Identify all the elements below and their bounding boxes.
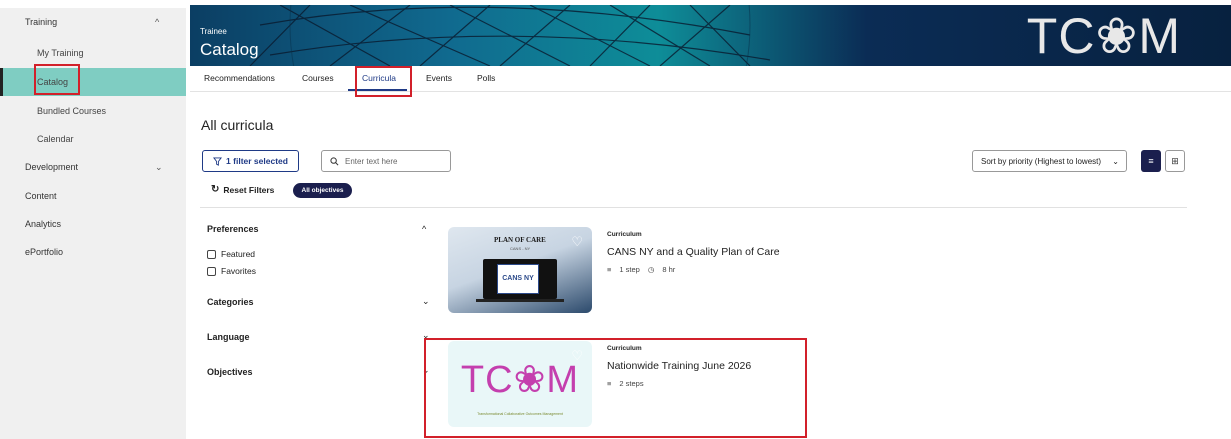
grid-view-button[interactable]: ⊞	[1165, 150, 1185, 172]
sidebar: Training ^ My Training Catalog Bundled C…	[0, 8, 186, 439]
list-view-button[interactable]: ≡	[1141, 150, 1161, 172]
chevron-down-icon[interactable]: ⌄	[422, 365, 430, 376]
card-type-label: Curriculum	[607, 345, 642, 352]
active-tab-indicator	[348, 89, 407, 91]
chevron-down-icon[interactable]: ⌄	[422, 330, 430, 341]
sidebar-item-training[interactable]: Training ^	[0, 8, 186, 36]
facet-categories-heading[interactable]: Categories	[207, 297, 254, 307]
sidebar-item-label: ePortfolio	[25, 247, 64, 257]
search-input[interactable]	[345, 156, 435, 166]
card-type-label: Curriculum	[607, 231, 642, 238]
search-icon	[330, 156, 339, 165]
sidebar-item-label: Training	[25, 17, 58, 27]
sidebar-item-label: Content	[25, 191, 57, 201]
card-title[interactable]: Nationwide Training June 2026	[607, 360, 751, 372]
card-meta: ≡ 2 steps	[607, 379, 644, 388]
banner-subtitle: Trainee	[200, 27, 227, 36]
laptop-image: CANS NY	[483, 259, 557, 299]
sidebar-item-eportfolio[interactable]: ePortfolio	[0, 238, 186, 266]
chevron-down-icon: ⌄	[1112, 156, 1119, 166]
card-meta: ≡ 1 step ◷ 8 hr	[607, 265, 675, 274]
steps-icon: ≡	[607, 379, 612, 388]
chevron-down-icon[interactable]: ⌄	[422, 296, 430, 307]
sidebar-item-analytics[interactable]: Analytics	[0, 210, 186, 238]
thumbnail-subtitle: Transformational Collaborative Outcomes …	[477, 412, 563, 416]
course-thumbnail[interactable]: PLAN OF CARE CANS - NY CANS NY ♡	[448, 227, 592, 313]
card-steps: 2 steps	[619, 379, 644, 388]
chevron-up-icon[interactable]: ^	[422, 224, 426, 234]
checkbox-featured[interactable]: Featured	[207, 249, 255, 259]
favorite-heart-icon[interactable]: ♡	[571, 348, 583, 364]
sidebar-item-bundled-courses[interactable]: Bundled Courses	[0, 97, 186, 125]
sidebar-item-label: Catalog	[37, 77, 69, 87]
sort-select[interactable]: Sort by priority (Highest to lowest) ⌄	[972, 150, 1127, 172]
filter-button-label: 1 filter selected	[226, 156, 288, 166]
filter-button[interactable]: 1 filter selected	[202, 150, 299, 172]
laptop-base	[476, 299, 564, 302]
sort-select-value: Sort by priority (Highest to lowest)	[981, 156, 1102, 166]
clock-icon: ◷	[647, 265, 655, 274]
thumbnail-logo: CANS NY	[497, 264, 539, 294]
tcom-logo: TC❀M	[1026, 7, 1181, 64]
tab-curricula[interactable]: Curricula	[362, 73, 396, 83]
checkbox-label: Featured	[221, 249, 256, 259]
facet-objectives-heading[interactable]: Objectives	[207, 367, 253, 377]
thumbnail-heading: PLAN OF CARE	[494, 236, 546, 244]
reset-icon: ↻	[211, 184, 220, 195]
sidebar-item-label: Bundled Courses	[37, 106, 107, 116]
sidebar-item-label: My Training	[37, 48, 84, 58]
tab-events[interactable]: Events	[426, 73, 452, 83]
card-steps: 1 step	[619, 265, 640, 274]
checkbox-box[interactable]	[207, 249, 216, 259]
checkbox-label: Favorites	[221, 266, 256, 276]
sidebar-item-label: Development	[25, 162, 79, 172]
card-duration: 8 hr	[662, 265, 676, 274]
tab-courses[interactable]: Courses	[302, 73, 334, 83]
filter-icon	[213, 156, 223, 166]
header-banner: Trainee Catalog TC❀M	[190, 5, 1231, 66]
page-header-title: Catalog	[200, 40, 259, 59]
sidebar-item-catalog[interactable]: Catalog	[0, 68, 186, 96]
sidebar-item-my-training[interactable]: My Training	[0, 39, 186, 67]
search-field[interactable]	[321, 150, 451, 172]
card-title[interactable]: CANS NY and a Quality Plan of Care	[607, 246, 780, 258]
chevron-down-icon: ⌄	[155, 161, 163, 172]
sidebar-item-content[interactable]: Content	[0, 182, 186, 210]
filter-chip-all-objectives[interactable]: All objectives	[293, 183, 352, 198]
reset-filters-label: Reset Filters	[223, 184, 275, 195]
list-icon: ≡	[1148, 156, 1154, 166]
steps-icon: ≡	[607, 265, 612, 274]
sidebar-item-label: Analytics	[25, 219, 62, 229]
tab-recommendations[interactable]: Recommendations	[204, 73, 275, 83]
tab-bar: Recommendations Courses Curricula Events…	[190, 66, 1231, 92]
tab-polls[interactable]: Polls	[477, 73, 495, 83]
sidebar-item-label: Calendar	[37, 134, 74, 144]
facet-language-heading[interactable]: Language	[207, 332, 250, 342]
course-thumbnail[interactable]: TC❀M Transformational Collaborative Outc…	[448, 341, 592, 427]
checkbox-box[interactable]	[207, 266, 216, 276]
thumbnail-subtitle: CANS - NY	[510, 246, 531, 251]
grid-icon: ⊞	[1171, 155, 1179, 166]
sidebar-item-calendar[interactable]: Calendar	[0, 125, 186, 153]
page-title: All curricula	[201, 117, 274, 133]
facet-preferences-heading[interactable]: Preferences	[207, 224, 259, 234]
chevron-up-icon: ^	[155, 17, 160, 27]
checkbox-favorites[interactable]: Favorites	[207, 266, 256, 276]
sidebar-item-development[interactable]: Development ⌄	[0, 153, 186, 181]
favorite-heart-icon[interactable]: ♡	[571, 234, 583, 250]
divider	[200, 207, 1187, 208]
reset-filters-button[interactable]: ↻ Reset Filters	[211, 184, 274, 195]
